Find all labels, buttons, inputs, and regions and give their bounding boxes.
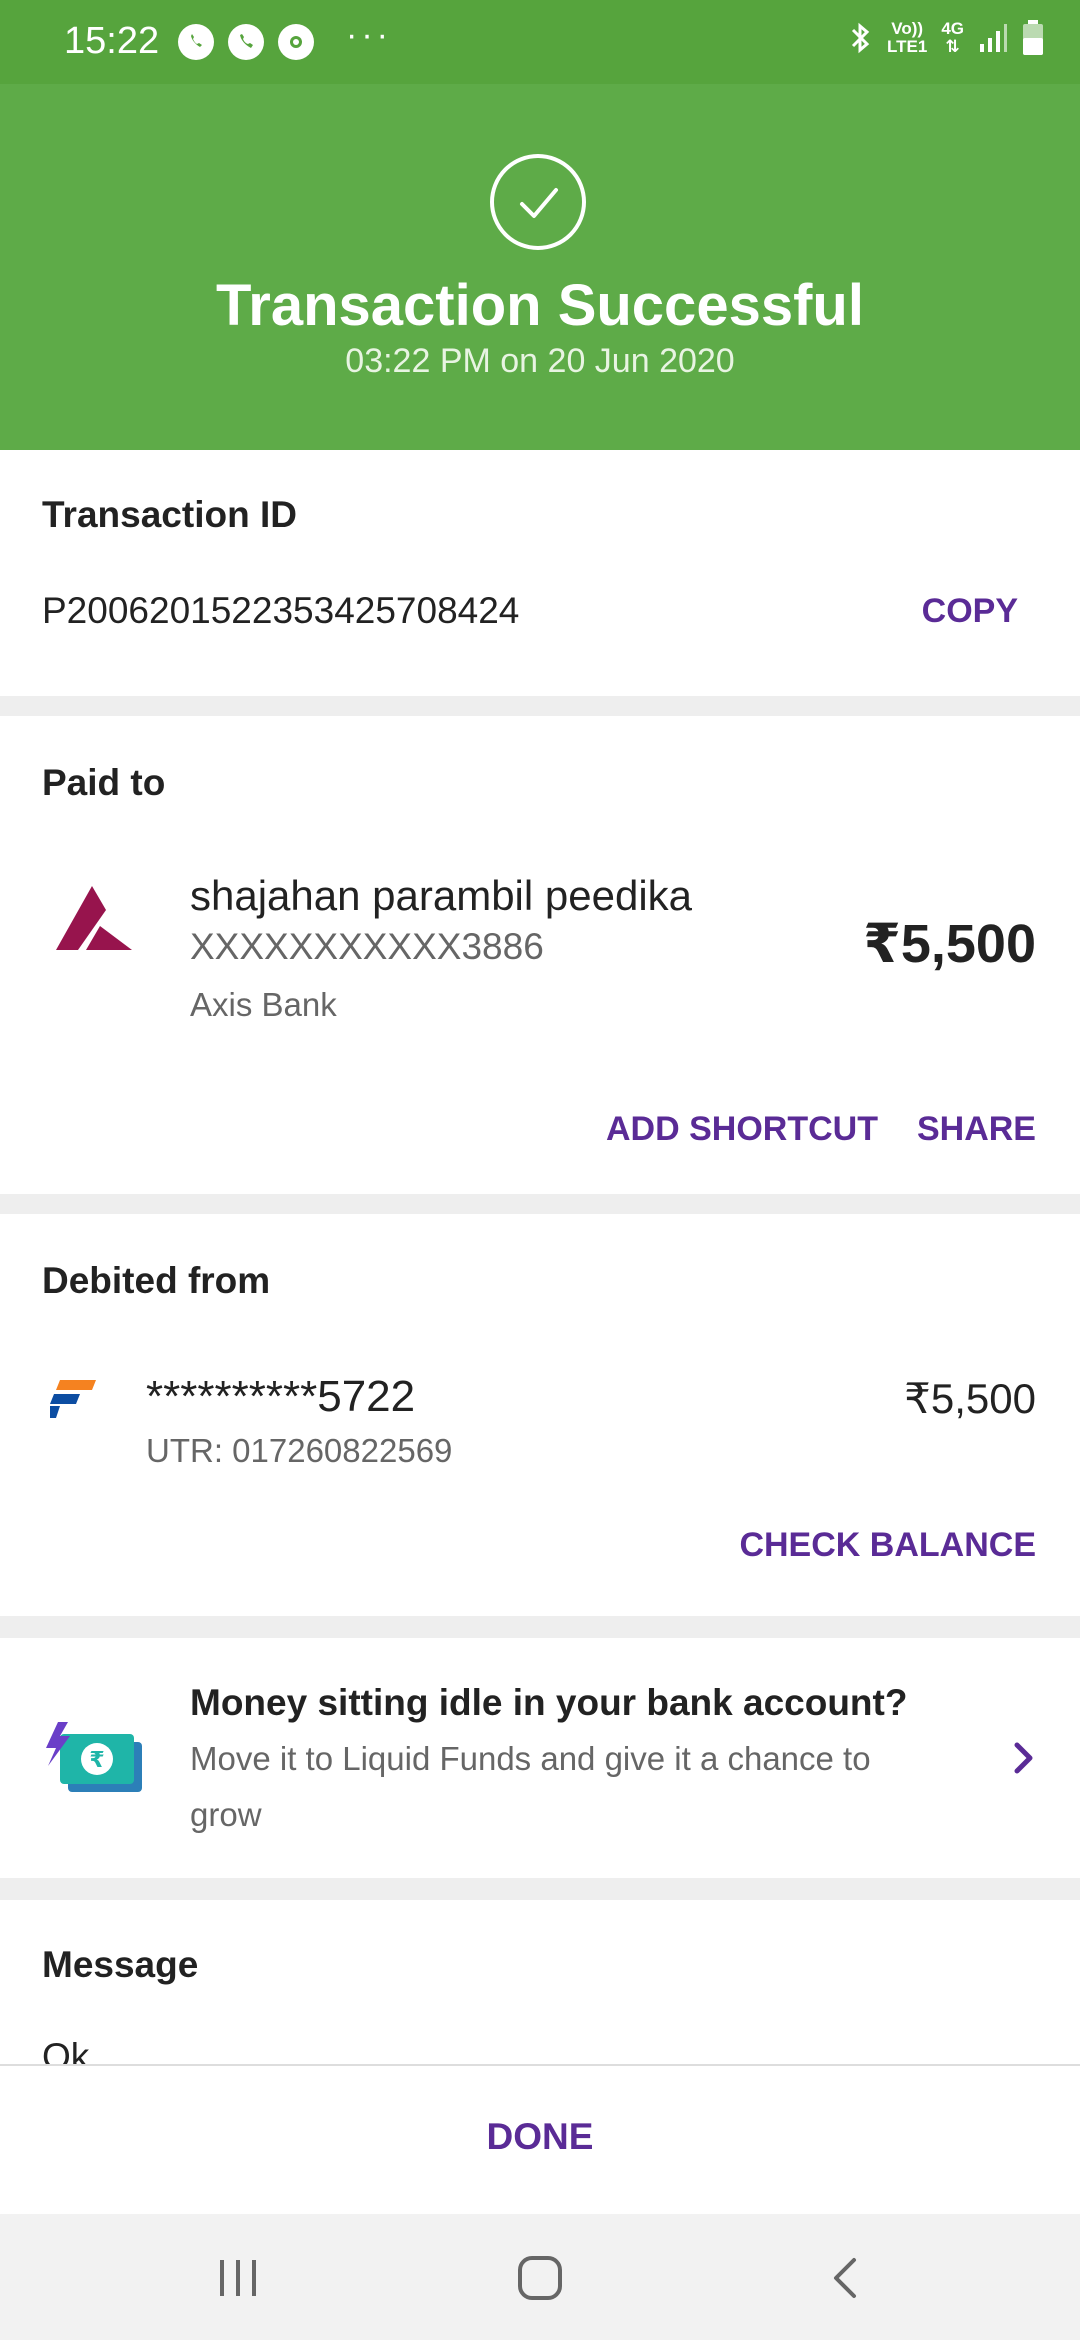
promo-line-1: Move it to Liquid Funds and give it a ch… — [190, 1740, 871, 1777]
signal-icon — [980, 24, 1007, 52]
page-title: Transaction Successful — [216, 273, 864, 338]
transaction-datetime: 03:22 PM on 20 Jun 2020 — [345, 342, 735, 380]
utr-number: UTR: 017260822569 — [146, 1432, 453, 1469]
chrome-icon — [278, 24, 314, 60]
payee-account: XXXXXXXXXXX3886 — [190, 926, 544, 967]
section-divider — [0, 1616, 1080, 1638]
promo-line-2: grow — [190, 1796, 262, 1833]
debit-amount: ₹5,500 — [904, 1375, 1036, 1422]
status-notification-icons: ··· — [178, 16, 392, 62]
debit-account: **********5722 — [146, 1372, 416, 1421]
transaction-id-label: Transaction ID — [42, 494, 297, 535]
section-divider — [0, 696, 1080, 716]
svg-text:₹: ₹ — [89, 1748, 104, 1773]
back-icon[interactable] — [826, 2254, 862, 2307]
payee-name: shajahan parambil peedika — [190, 872, 693, 919]
chevron-right-icon[interactable] — [1012, 1740, 1036, 1781]
paid-to-label: Paid to — [42, 762, 166, 803]
debited-from-label: Debited from — [42, 1260, 271, 1301]
home-icon[interactable] — [516, 2254, 564, 2307]
success-check-icon — [490, 154, 586, 250]
money-icon: ₹ — [44, 1722, 146, 1796]
check-balance-button[interactable]: CHECK BALANCE — [739, 1526, 1036, 1565]
copy-button[interactable]: COPY — [922, 592, 1018, 631]
done-button[interactable]: DONE — [0, 2116, 1080, 2158]
promo-title: Money sitting idle in your bank account? — [190, 1682, 908, 1723]
payee-bank: Axis Bank — [190, 986, 337, 1023]
battery-icon — [1023, 20, 1043, 55]
section-divider — [0, 1878, 1080, 1900]
recent-apps-icon[interactable] — [216, 2256, 260, 2305]
bank-logo-icon — [50, 1380, 96, 1418]
status-time: 15:22 — [64, 20, 160, 62]
axis-bank-logo-icon — [56, 886, 132, 950]
message-label: Message — [42, 1944, 199, 1985]
add-shortcut-button[interactable]: ADD SHORTCUT — [606, 1110, 878, 1149]
success-header — [0, 84, 1080, 450]
section-divider — [0, 1194, 1080, 1214]
volte-indicator: Vo)) LTE1 — [887, 19, 928, 56]
more-notifications-icon: ··· — [346, 15, 392, 54]
transaction-id-value: P2006201522353425708424 — [42, 590, 520, 631]
share-button[interactable]: SHARE — [917, 1110, 1036, 1149]
paid-amount: ₹5,500 — [863, 914, 1036, 974]
phone-icon — [228, 24, 264, 60]
whatsapp-icon — [178, 24, 214, 60]
network-type-indicator: 4G ⇅ — [941, 19, 964, 56]
status-system-icons: Vo)) LTE1 4G ⇅ — [849, 20, 1044, 56]
bluetooth-icon — [851, 22, 870, 54]
